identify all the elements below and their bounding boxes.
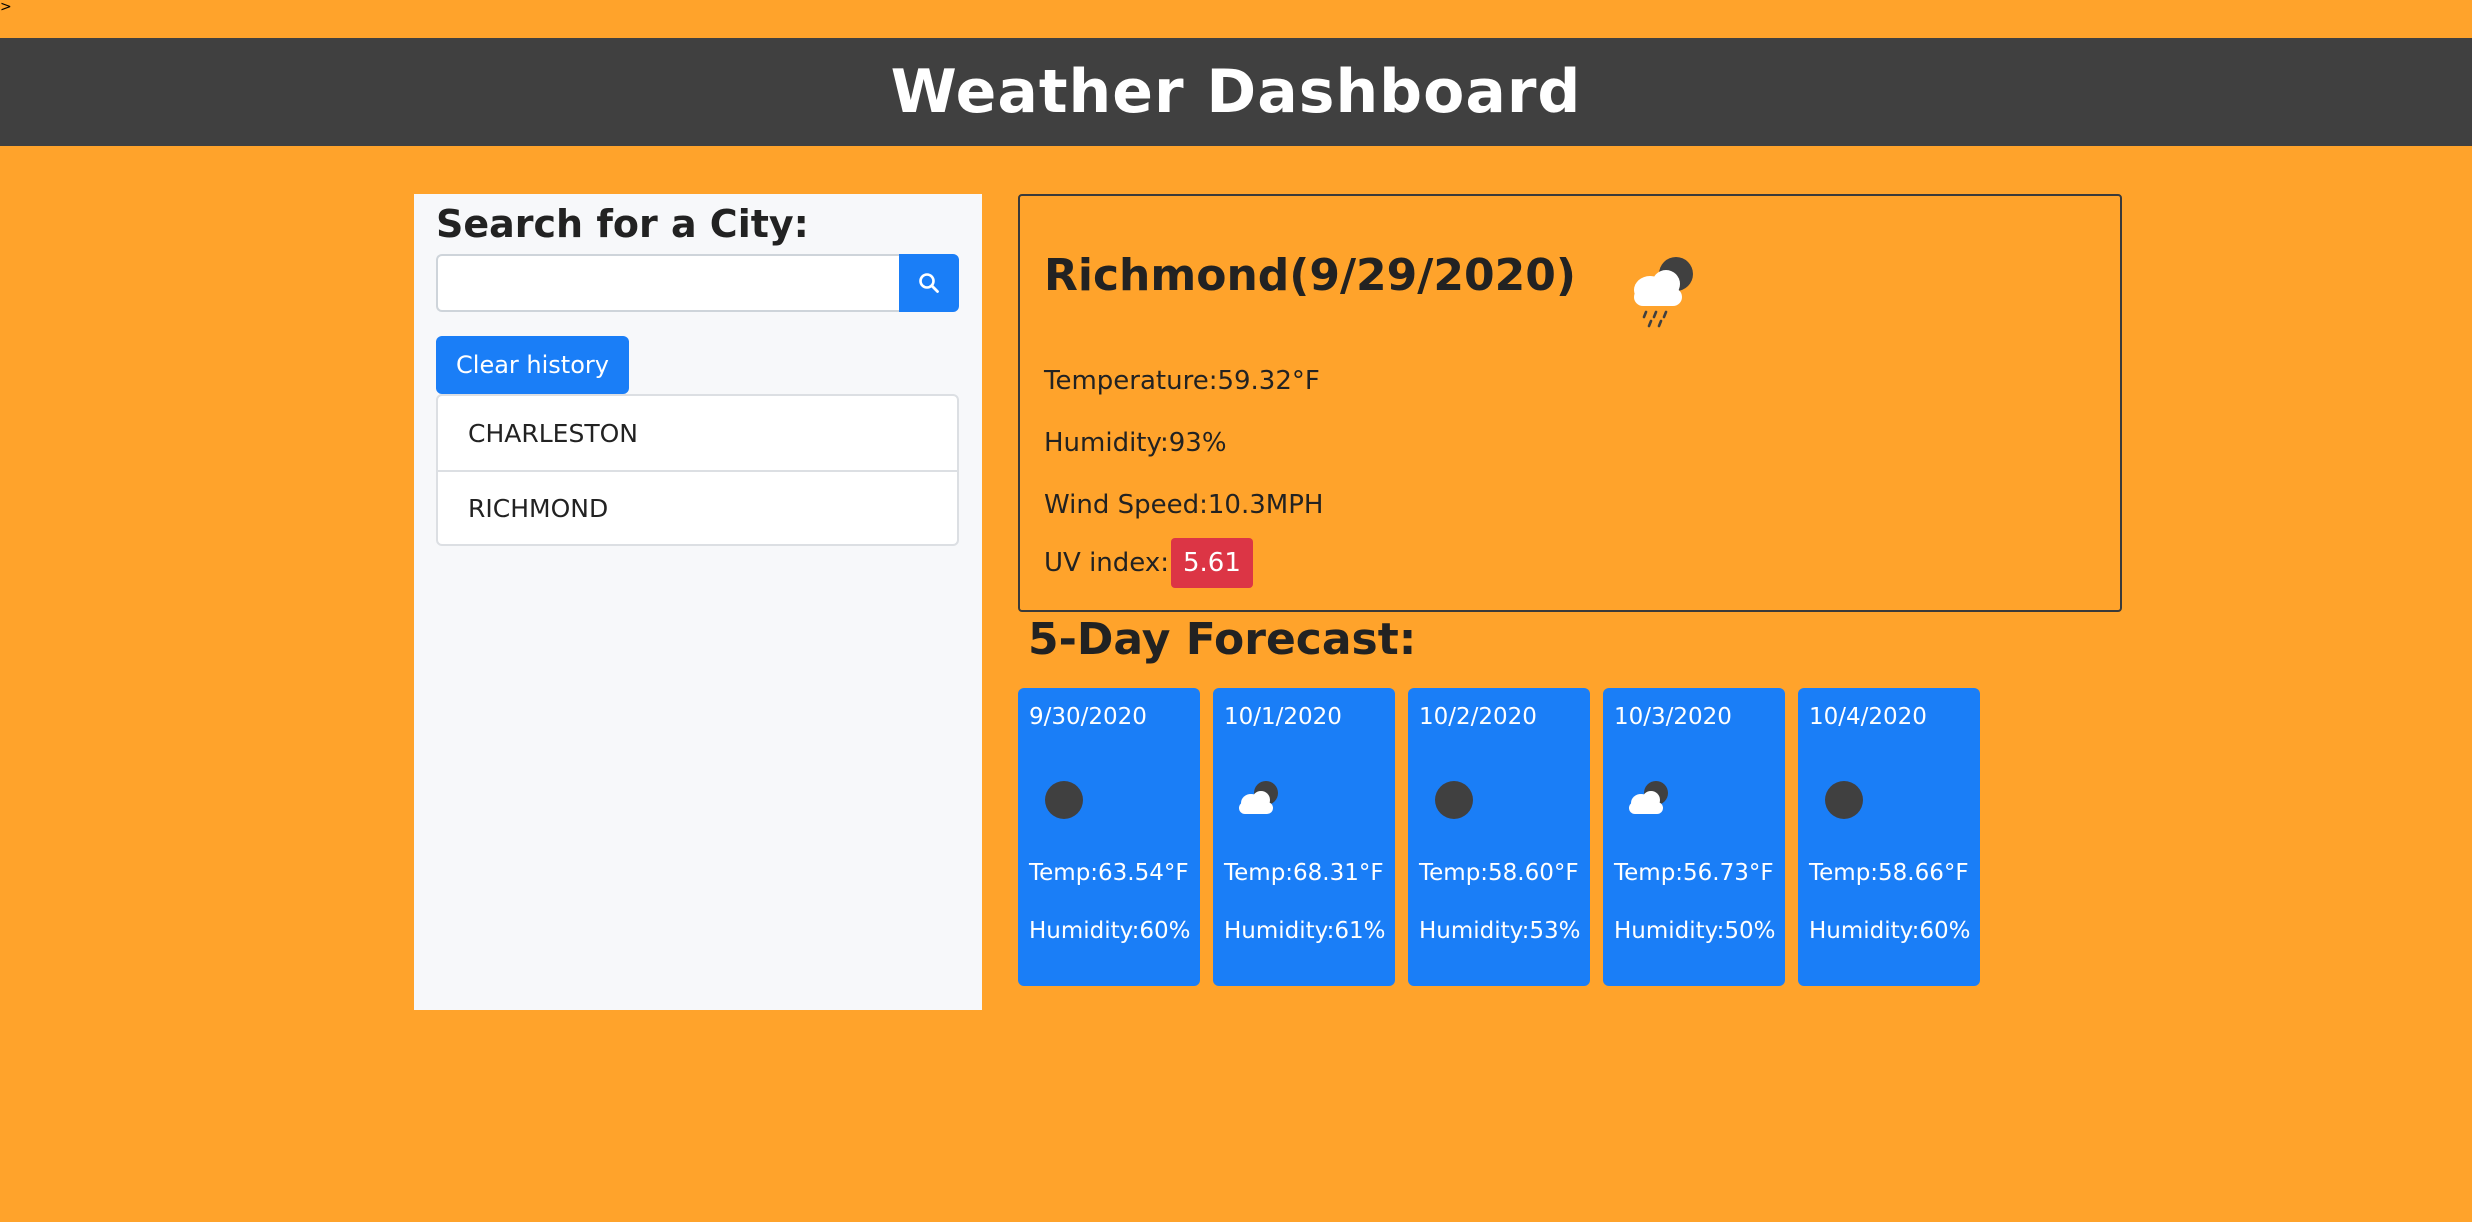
forecast-date: 10/3/2020 [1614, 704, 1732, 730]
forecast-card-5: 10/4/2020 Temp:58.66°F Humidity:60% [1798, 688, 1980, 986]
uv-label: UV index: [1044, 548, 1169, 578]
forecast-row: 9/30/2020 Temp:63.54°F Humidity:60% 10/1… [1018, 688, 1980, 986]
navbar: Weather Dashboard [0, 38, 2472, 146]
stray-mark: > [0, 0, 12, 15]
page-title: Weather Dashboard [890, 57, 1582, 127]
moon-icon [1435, 781, 1473, 819]
current-weather-panel: Richmond(9/29/2020) Temperature:59.32°F … [1018, 194, 2122, 612]
forecast-card-2: 10/1/2020 Temp:68.31°F Humidity:61% [1213, 688, 1395, 986]
current-wind-speed: Wind Speed:10.3MPH [1044, 490, 1324, 520]
cloud-night-icon [1629, 781, 1668, 814]
search-button[interactable] [899, 254, 959, 312]
forecast-humidity: Humidity:50% [1614, 918, 1776, 944]
city-search-input[interactable] [436, 254, 899, 312]
forecast-date: 10/2/2020 [1419, 704, 1537, 730]
search-icon [919, 273, 939, 293]
forecast-date: 10/4/2020 [1809, 704, 1927, 730]
search-heading: Search for a City: [436, 202, 809, 246]
search-sidebar: Search for a City: Clear history CHARLES… [414, 194, 982, 1010]
uv-index-badge: 5.61 [1170, 538, 1253, 588]
current-humidity: Humidity:93% [1044, 428, 1227, 458]
forecast-card-4: 10/3/2020 Temp:56.73°F Humidity:50% [1603, 688, 1785, 986]
history-item-richmond[interactable]: RICHMOND [438, 470, 957, 544]
forecast-temp: Temp:58.66°F [1809, 860, 1969, 886]
forecast-temp: Temp:56.73°F [1614, 860, 1774, 886]
moon-icon [1825, 781, 1863, 819]
forecast-temp: Temp:68.31°F [1224, 860, 1384, 886]
current-temperature: Temperature:59.32°F [1044, 366, 1320, 396]
forecast-card-3: 10/2/2020 Temp:58.60°F Humidity:53% [1408, 688, 1590, 986]
clear-history-button[interactable]: Clear history [436, 336, 629, 394]
forecast-temp: Temp:63.54°F [1029, 860, 1189, 886]
current-city-title: Richmond(9/29/2020) [1044, 250, 1576, 301]
forecast-humidity: Humidity:60% [1029, 918, 1191, 944]
moon-icon [1045, 781, 1083, 819]
forecast-humidity: Humidity:61% [1224, 918, 1386, 944]
search-history-list: CHARLESTON RICHMOND [436, 394, 959, 546]
search-group [436, 254, 959, 312]
forecast-temp: Temp:58.60°F [1419, 860, 1579, 886]
history-item-charleston[interactable]: CHARLESTON [438, 396, 957, 470]
cloud-night-icon [1239, 781, 1278, 814]
forecast-date: 9/30/2020 [1029, 704, 1147, 730]
forecast-humidity: Humidity:60% [1809, 918, 1971, 944]
rain-cloud-night-icon [1634, 257, 1693, 328]
current-uv-row: UV index: 5.61 [1044, 538, 1253, 588]
forecast-humidity: Humidity:53% [1419, 918, 1581, 944]
forecast-date: 10/1/2020 [1224, 704, 1342, 730]
forecast-card-1: 9/30/2020 Temp:63.54°F Humidity:60% [1018, 688, 1200, 986]
forecast-heading: 5-Day Forecast: [1028, 614, 1417, 665]
